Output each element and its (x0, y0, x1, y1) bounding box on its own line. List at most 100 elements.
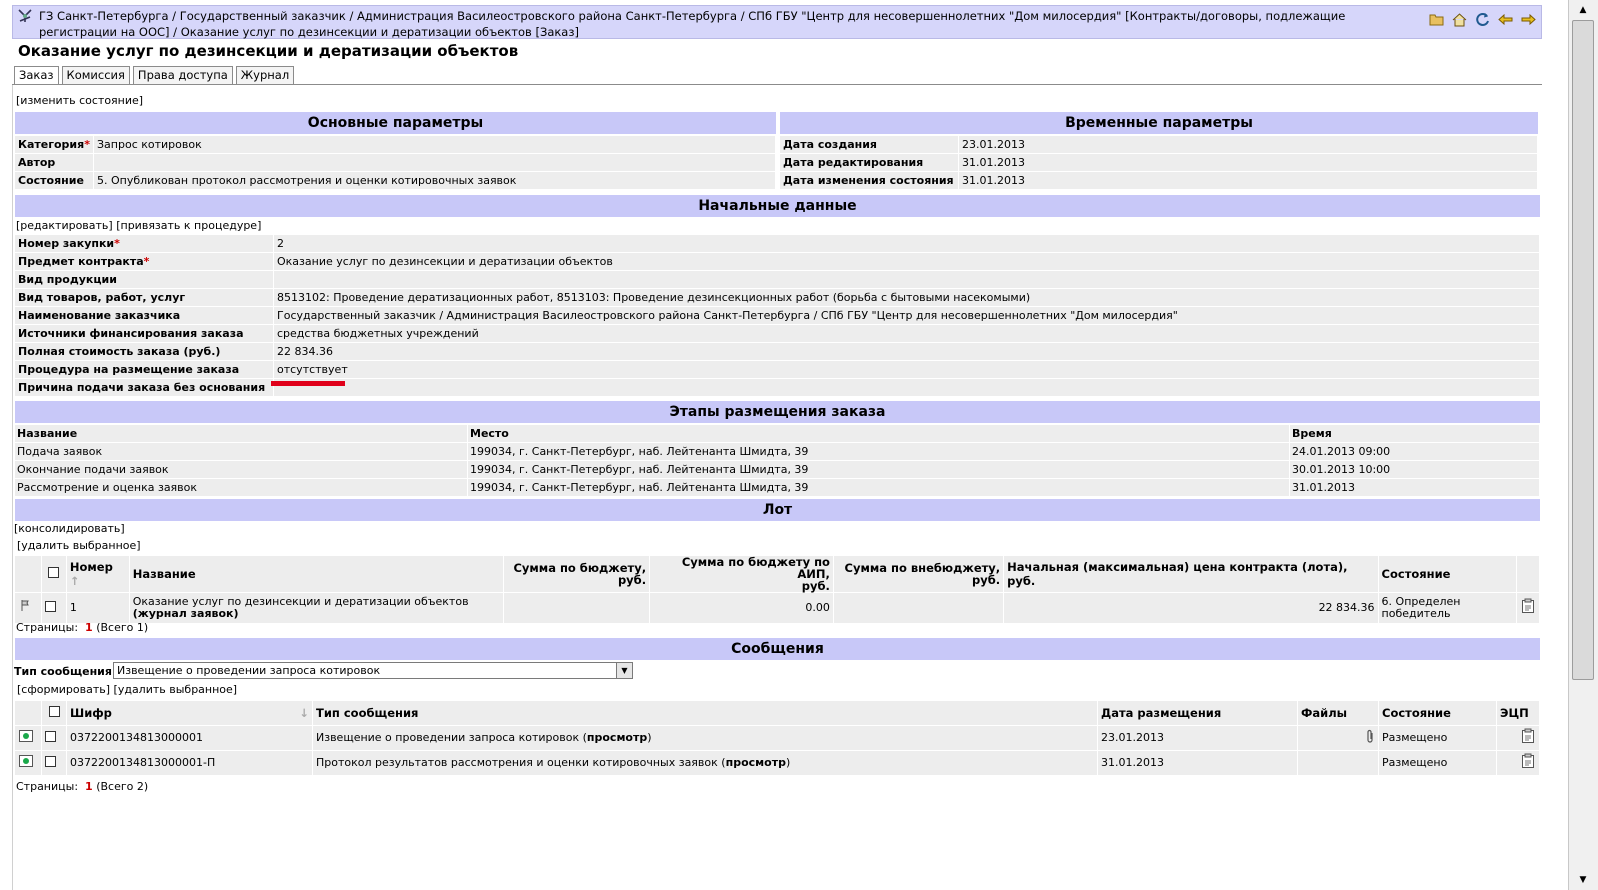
initial-data-section: Начальные данные [редактировать] [привяз… (15, 195, 1540, 397)
pager-current-page[interactable]: 1 (85, 780, 93, 793)
message-type-select[interactable]: Извещение о проведении запроса котировок… (113, 662, 633, 679)
forward-arrow-icon[interactable] (1520, 11, 1537, 28)
vertical-scrollbar[interactable]: ▲ ▼ (1568, 0, 1598, 890)
table-row: Дата редактирования 31.01.2013 (780, 153, 1538, 172)
messages-delete-selected-link[interactable]: [удалить выбранное] (114, 683, 238, 696)
stage-name-column: Название (15, 425, 468, 443)
page-title: Оказание услуг по дезинсекции и дератиза… (18, 42, 519, 60)
lot-name-cell: Оказание услуг по дезинсекции и дератиза… (129, 592, 504, 623)
customer-name-label: Наименование заказчика (15, 306, 274, 325)
chevron-down-icon[interactable]: ▼ (616, 663, 632, 678)
lot-price: 22 834.36 (1003, 592, 1379, 623)
funding-sources-value: средства бюджетных учреждений (273, 324, 1540, 343)
table-row: Предмет контракта* Оказание услуг по дез… (15, 252, 1540, 271)
state-changed-date-value: 31.01.2013 (958, 171, 1538, 190)
consolidate-link[interactable]: [консолидировать] (14, 522, 125, 535)
lot-aip: 0.00 (649, 592, 834, 623)
table-row: Причина подачи заказа без основания (15, 378, 1540, 397)
applications-journal-link[interactable]: (журнал заявок) (133, 607, 239, 620)
message-status-icon (15, 749, 42, 775)
state-value: 5. Опубликован протокол рассмотрения и о… (93, 171, 776, 190)
tab-journal[interactable]: Журнал (235, 66, 295, 85)
scroll-up-icon[interactable]: ▲ (1571, 2, 1595, 18)
row-icon-column (15, 556, 42, 593)
tab-access-rights[interactable]: Права доступа (132, 66, 233, 85)
stage-place: 199034, г. Санкт-Петербург, наб. Лейтена… (467, 478, 1290, 497)
back-arrow-icon[interactable] (1497, 11, 1514, 28)
extra-budget-column[interactable]: Сумма по внебюджету, руб. (833, 556, 1005, 593)
select-all-checkbox[interactable] (48, 705, 60, 717)
edit-link[interactable]: [редактировать] (16, 219, 113, 232)
row-select (41, 749, 67, 775)
breadcrumb[interactable]: ГЗ Санкт-Петербурга / Государственный за… (39, 8, 1424, 40)
message-type-column[interactable]: Тип сообщения (312, 701, 1098, 725)
name-column[interactable]: Название (129, 556, 504, 593)
tab-commission[interactable]: Комиссия (61, 66, 130, 85)
required-mark: * (143, 255, 150, 268)
table-row[interactable]: 0372200134813000001 Извещение о проведен… (15, 724, 1540, 750)
budget-column[interactable]: Сумма по бюджету, руб. (503, 556, 651, 593)
message-type: Извещение о проведении запроса котировок (316, 731, 580, 744)
state-column[interactable]: Состояние (1378, 701, 1497, 725)
form-message-link[interactable]: [сформировать] (17, 683, 110, 696)
funding-sources-label: Источники финансирования заказа (15, 324, 274, 343)
stage-place: 199034, г. Санкт-Петербург, наб. Лейтена… (467, 460, 1290, 479)
author-label: Автор (15, 153, 94, 172)
aip-column-line2: руб. (801, 579, 830, 593)
toolbar (1428, 11, 1537, 28)
bind-procedure-link[interactable]: [привязать к процедуре] (116, 219, 261, 232)
change-state-link[interactable]: [изменить состояние] (16, 94, 143, 107)
contract-subject-value: Оказание услуг по дезинсекции и дератиза… (273, 252, 1540, 271)
document-icon[interactable] (1496, 724, 1540, 750)
table-row: Окончание подачи заявок 199034, г. Санкт… (15, 460, 1540, 479)
row-checkbox[interactable] (45, 730, 56, 742)
table-row: Вид продукции (15, 270, 1540, 289)
scrollbar-thumb[interactable] (1572, 20, 1594, 680)
stages-header: Этапы размещения заказа (15, 401, 1540, 423)
stage-place: 199034, г. Санкт-Петербург, наб. Лейтена… (467, 442, 1290, 461)
table-row[interactable]: 1 Оказание услуг по дезинсекции и дерати… (15, 592, 1540, 623)
procedure-value: отсутствует (273, 360, 1540, 379)
row-checkbox[interactable] (45, 755, 56, 767)
select-all-checkbox[interactable] (48, 567, 60, 578)
scroll-down-icon[interactable]: ▼ (1571, 872, 1595, 888)
state-column[interactable]: Состояние (1378, 556, 1518, 593)
stage-name: Окончание подачи заявок (15, 460, 468, 479)
table-row: Вид товаров, работ, услуг 8513102: Прове… (15, 288, 1540, 307)
home-icon[interactable] (1451, 11, 1468, 28)
tab-content: [изменить состояние] Основные параметры … (12, 85, 1542, 890)
signature-column: ЭЦП (1496, 701, 1540, 725)
sort-down-icon[interactable]: ↓ (299, 706, 309, 720)
view-link[interactable]: просмотр (726, 756, 786, 769)
tab-order[interactable]: Заказ (14, 66, 59, 85)
stage-place-column: Место (467, 425, 1290, 443)
lot-delete-selected-link[interactable]: [удалить выбранное] (17, 539, 141, 552)
code-column[interactable]: Шифр ↓ (66, 701, 313, 725)
view-link[interactable]: просмотр (587, 731, 647, 744)
code-column-label: Шифр (70, 705, 112, 720)
price-column[interactable]: Начальная (максимальная) цена контракта … (1003, 556, 1379, 593)
row-icon-column (15, 701, 42, 725)
pager-current-page[interactable]: 1 (85, 621, 93, 634)
lot-budget (503, 592, 651, 623)
document-icon[interactable] (1516, 592, 1540, 623)
lot-header: Лот (15, 499, 1540, 521)
lot-extra (833, 592, 1005, 623)
document-icon[interactable] (1496, 749, 1540, 775)
stage-time: 31.01.2013 (1289, 478, 1540, 497)
paperclip-icon[interactable] (1297, 724, 1379, 750)
date-column[interactable]: Дата размещения (1097, 701, 1298, 725)
sort-up-icon[interactable]: ↑ (70, 574, 80, 588)
refresh-icon[interactable] (1474, 11, 1491, 28)
row-checkbox[interactable] (44, 600, 56, 612)
table-row[interactable]: 0372200134813000001-П Протокол результат… (15, 749, 1540, 775)
aip-budget-column[interactable]: Сумма по бюджету по АИП, руб. (649, 556, 834, 593)
num-column[interactable]: Номер ↑ (66, 556, 130, 593)
lot-num: 1 (66, 592, 130, 623)
pager-total: (Всего 2) (96, 780, 149, 793)
folder-icon[interactable] (1428, 11, 1445, 28)
highlight-underline (271, 381, 345, 386)
stage-name: Рассмотрение и оценка заявок (15, 478, 468, 497)
messages-section: Сообщения (15, 638, 1540, 660)
row-flag-icon (15, 592, 42, 623)
